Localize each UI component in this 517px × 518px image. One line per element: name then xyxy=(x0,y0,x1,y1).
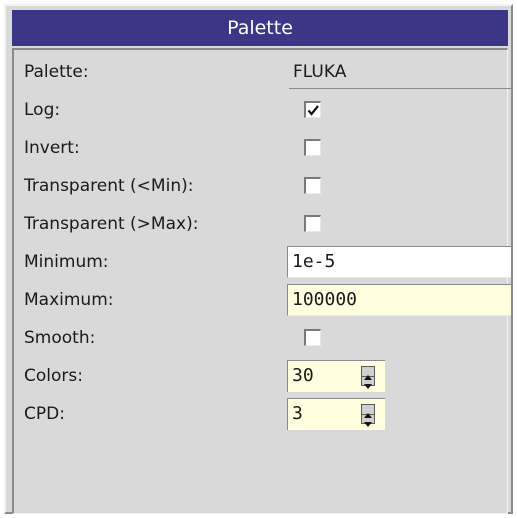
transparent-min-checkbox[interactable] xyxy=(304,177,321,194)
row-colors: Colors: 30 xyxy=(14,357,508,395)
smooth-label: Smooth: xyxy=(24,328,96,348)
row-log: Log: xyxy=(14,91,508,129)
row-palette: Palette: FLUKA xyxy=(14,53,511,91)
cpd-label: CPD: xyxy=(24,404,65,424)
cpd-spin-buttons xyxy=(361,404,375,427)
row-invert: Invert: xyxy=(14,129,508,167)
spin-down-icon xyxy=(364,422,372,427)
transparent-min-label: Transparent (<Min): xyxy=(24,176,194,196)
invert-label: Invert: xyxy=(24,138,80,158)
settings-panel: Palette: FLUKA Log: Invert: Transparent … xyxy=(12,48,511,514)
title-bar: Palette xyxy=(12,10,508,46)
colors-label: Colors: xyxy=(24,366,83,386)
minimum-input[interactable]: 1e-5 xyxy=(287,246,511,278)
smooth-checkbox[interactable] xyxy=(304,329,321,346)
colors-decrement-button[interactable] xyxy=(362,376,374,389)
maximum-input[interactable]: 100000 xyxy=(287,284,511,316)
row-smooth: Smooth: xyxy=(14,319,508,357)
log-label: Log: xyxy=(24,100,61,120)
invert-checkbox[interactable] xyxy=(304,139,321,156)
maximum-label: Maximum: xyxy=(24,290,114,310)
row-cpd: CPD: 3 xyxy=(14,395,508,433)
check-icon xyxy=(307,105,319,116)
row-transparent-min: Transparent (<Min): xyxy=(14,167,508,205)
minimum-label: Minimum: xyxy=(24,252,109,272)
window-title: Palette xyxy=(227,17,293,39)
palette-label: Palette: xyxy=(24,62,89,82)
cpd-spinbox: 3 xyxy=(287,398,385,430)
row-minimum: Minimum: 1e-5 xyxy=(14,243,511,281)
cpd-decrement-button[interactable] xyxy=(362,414,374,427)
row-maximum: Maximum: 100000 xyxy=(14,281,511,319)
colors-spinbox: 30 xyxy=(287,360,385,392)
colors-spin-buttons xyxy=(361,366,375,389)
row-transparent-max: Transparent (>Max): xyxy=(14,205,508,243)
log-checkbox[interactable] xyxy=(304,101,321,118)
palette-selector[interactable]: FLUKA xyxy=(289,55,511,89)
transparent-max-label: Transparent (>Max): xyxy=(24,214,199,234)
spin-down-icon xyxy=(364,384,372,389)
transparent-max-checkbox[interactable] xyxy=(304,215,321,232)
palette-dialog: Palette Palette: FLUKA Log: Invert: Tran… xyxy=(4,4,513,514)
